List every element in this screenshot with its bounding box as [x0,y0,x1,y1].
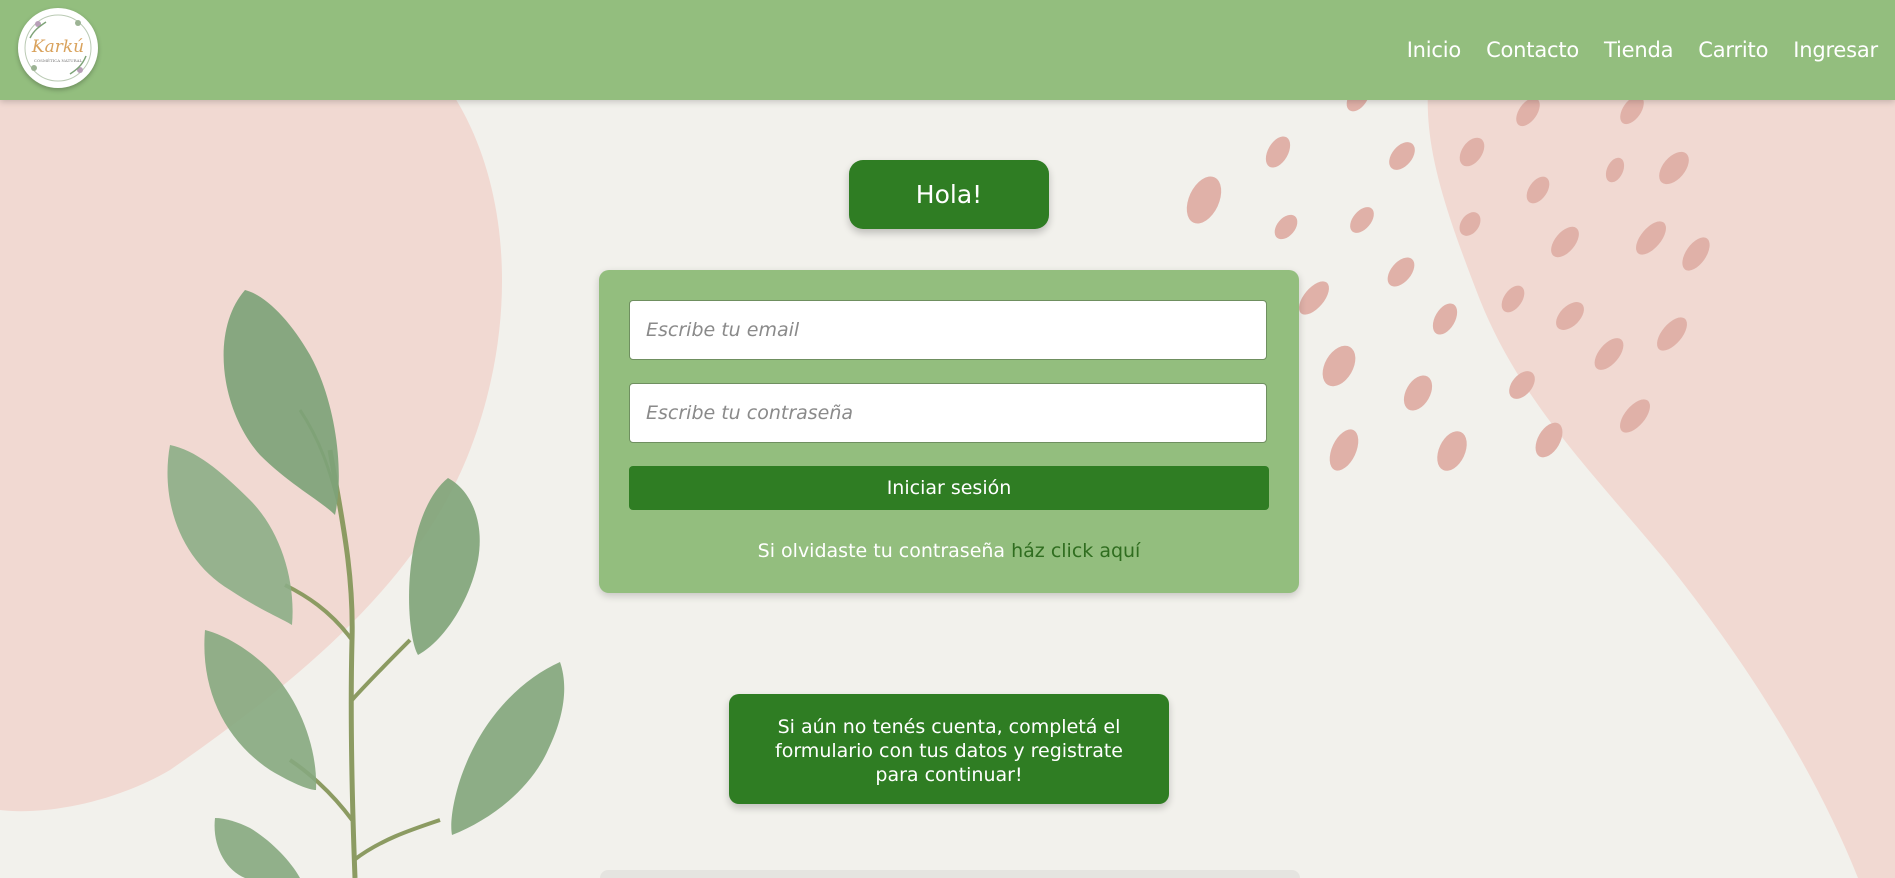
logo-wreath-icon: Karkú COSMÉTICA NATURAL [24,14,92,82]
nav-contacto[interactable]: Contacto [1486,38,1579,62]
register-prompt[interactable]: Si aún no tenés cuenta, completá el form… [729,694,1169,804]
greeting-badge: Hola! [849,160,1049,229]
nav-tienda[interactable]: Tienda [1604,38,1673,62]
login-button[interactable]: Iniciar sesión [629,466,1269,510]
forgot-password-text: Si olvidaste tu contraseña [757,540,1006,562]
login-form: Iniciar sesión Si olvidaste tu contraseñ… [599,270,1299,593]
password-input[interactable] [629,383,1267,443]
forgot-password-line: Si olvidaste tu contraseña ház click aqu… [599,540,1299,562]
lower-card-edge [600,870,1300,878]
top-navbar: Karkú COSMÉTICA NATURAL Inicio Contacto … [0,0,1895,100]
logo-brand-text: Karkú [31,37,84,57]
nav-ingresar[interactable]: Ingresar [1793,38,1878,62]
main-nav: Inicio Contacto Tienda Carrito Ingresar [1407,0,1879,100]
logo-tagline: COSMÉTICA NATURAL [34,58,83,63]
nav-carrito[interactable]: Carrito [1698,38,1768,62]
brand-logo[interactable]: Karkú COSMÉTICA NATURAL [18,8,98,88]
nav-inicio[interactable]: Inicio [1407,38,1462,62]
forgot-password-link[interactable]: ház click aquí [1011,540,1140,562]
email-input[interactable] [629,300,1267,360]
right-pink-blob [1427,90,1895,878]
